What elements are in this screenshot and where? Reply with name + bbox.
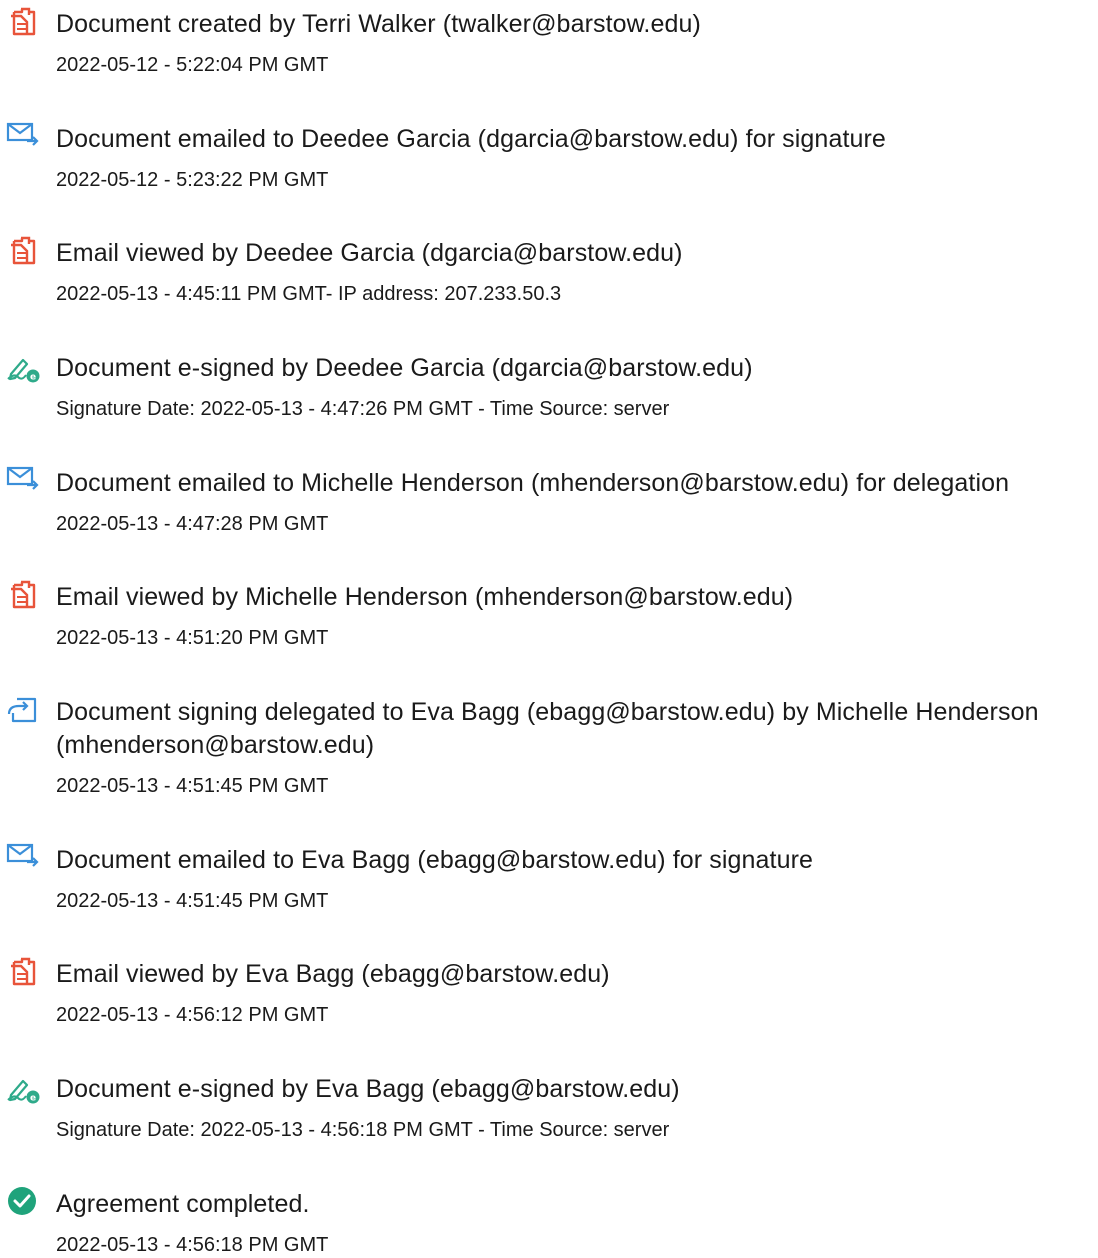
event-timestamp: 2022-05-13 - 4:56:18 PM GMT bbox=[56, 1234, 329, 1256]
event-title: Document emailed to Eva Bagg (ebagg@bars… bbox=[56, 846, 814, 874]
esign-icon: e bbox=[5, 350, 41, 384]
checkmark-circle-icon bbox=[5, 1186, 41, 1220]
email-sent-icon bbox=[5, 840, 41, 874]
event-title: Document created by Terri Walker (twalke… bbox=[56, 10, 701, 38]
event-signature-info: Signature Date: 2022-05-13 - 4:56:18 PM … bbox=[56, 1119, 670, 1141]
document-icon bbox=[5, 6, 41, 40]
event-timestamp: 2022-05-12 - 5:22:04 PM GMT bbox=[56, 54, 329, 76]
document-icon bbox=[5, 579, 41, 613]
event-timestamp: 2022-05-13 - 4:51:20 PM GMT bbox=[56, 627, 329, 649]
email-sent-icon bbox=[5, 463, 41, 497]
document-icon bbox=[5, 235, 41, 269]
event-title: Document e-signed by Eva Bagg (ebagg@bar… bbox=[56, 1075, 680, 1103]
event-title: Document e-signed by Deedee Garcia (dgar… bbox=[56, 354, 753, 382]
event-title: Document signing delegated to Eva Bagg (… bbox=[56, 698, 1039, 759]
document-icon bbox=[5, 956, 41, 990]
event-title: Document emailed to Deedee Garcia (dgarc… bbox=[56, 125, 886, 153]
event-timestamp: 2022-05-13 - 4:45:11 PM GMT- IP address:… bbox=[56, 283, 562, 305]
esign-icon: e bbox=[5, 1071, 41, 1105]
event-title: Document emailed to Michelle Henderson (… bbox=[56, 469, 1010, 497]
event-timestamp: 2022-05-13 - 4:56:12 PM GMT bbox=[56, 1004, 329, 1026]
event-timestamp: 2022-05-13 - 4:51:45 PM GMT bbox=[56, 890, 329, 912]
event-timestamp: 2022-05-12 - 5:23:22 PM GMT bbox=[56, 169, 329, 191]
event-title: Email viewed by Eva Bagg (ebagg@barstow.… bbox=[56, 960, 610, 988]
event-title: Agreement completed. bbox=[56, 1190, 310, 1218]
event-signature-info: Signature Date: 2022-05-13 - 4:47:26 PM … bbox=[56, 398, 670, 420]
delegate-icon bbox=[5, 694, 41, 728]
event-title: Email viewed by Deedee Garcia (dgarcia@b… bbox=[56, 239, 683, 267]
event-title: Email viewed by Michelle Henderson (mhen… bbox=[56, 583, 794, 611]
event-timestamp: 2022-05-13 - 4:51:45 PM GMT bbox=[56, 775, 329, 797]
svg-text:e: e bbox=[30, 1094, 36, 1104]
event-timestamp: 2022-05-13 - 4:47:28 PM GMT bbox=[56, 513, 329, 535]
svg-text:e: e bbox=[30, 373, 36, 383]
email-sent-icon bbox=[5, 119, 41, 153]
